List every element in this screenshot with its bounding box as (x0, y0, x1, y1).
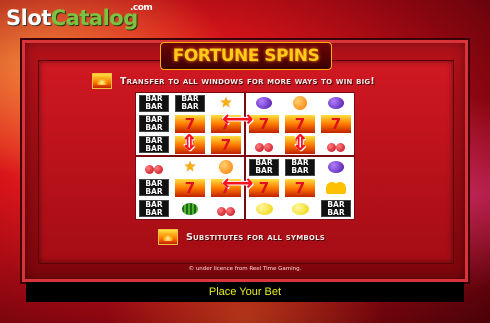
left-right-arrow: ⟷ (222, 171, 254, 196)
lemon-symbol-icon (291, 202, 309, 215)
reel-cell: BAR BAR (282, 157, 318, 178)
reel-cell: BAR BAR (136, 114, 172, 135)
cherry-symbol-icon (145, 160, 163, 175)
reel-cell: 7 (172, 178, 208, 199)
bar-symbol: BAR BAR (139, 115, 169, 133)
bar-symbol: BAR BAR (285, 158, 315, 176)
fortune-seven-wild-icon (92, 73, 112, 89)
bell-symbol-icon (326, 181, 338, 194)
reel-cell (318, 178, 354, 199)
bar-symbol: BAR BAR (139, 136, 169, 154)
substitutes-text: Substitutes for all symbols (186, 231, 325, 243)
game-title: FORTUNE SPINS (160, 42, 332, 70)
bar-symbol: BAR BAR (175, 94, 205, 112)
reel-cell: 7 (282, 178, 318, 199)
transfer-info: Transfer to all windows for more ways to… (92, 72, 375, 90)
seven-symbol-icon: 7 (285, 178, 315, 197)
seven-symbol-icon: 7 (321, 114, 351, 133)
cherry-symbol-icon (255, 138, 273, 152)
seven-symbol-icon: 7 (211, 135, 241, 154)
reel-cell: BAR BAR (172, 93, 208, 114)
reel-cell: BAR BAR (136, 198, 172, 219)
reel-cell (282, 198, 318, 219)
reel-cell (318, 93, 354, 114)
reel-window-4: BAR BAR BAR BAR 7 7 BAR BAR (246, 157, 354, 219)
plum-symbol-icon (256, 97, 272, 110)
transfer-text: Transfer to all windows for more ways to… (120, 75, 375, 87)
reel-cell (318, 157, 354, 178)
licence-notice: © under licence from Reel Time Gaming. (188, 266, 302, 272)
reel-cell: 7 (208, 134, 244, 155)
reel-cell (282, 93, 318, 114)
slotcatalog-watermark: SlotCatalog .com (6, 3, 153, 30)
reel-cell: BAR BAR (136, 134, 172, 155)
reel-cell (246, 198, 282, 219)
lemon-symbol-icon (255, 202, 273, 215)
seven-symbol-icon: 7 (175, 178, 205, 197)
bar-symbol: BAR BAR (139, 200, 169, 218)
melon-symbol-icon (182, 202, 198, 215)
cherry-symbol-icon (327, 138, 345, 152)
fortune-seven-wild-icon (158, 229, 178, 245)
bar-symbol: BAR BAR (321, 200, 351, 218)
reel-cell (172, 198, 208, 219)
reel-cell (208, 198, 244, 219)
reel-cell: 7 (318, 114, 354, 135)
reel-cell (246, 134, 282, 155)
reel-cell: BAR BAR (136, 178, 172, 199)
reel-windows-grid: BAR BAR BAR BAR ★ BAR BAR 7 7 BAR BAR 7 7 7 7 7 7 ★ BAR BAR… (136, 93, 354, 219)
left-right-arrow: ⟷ (222, 107, 254, 132)
up-down-arrow: ⇕ (291, 131, 310, 156)
plum-symbol-icon (328, 161, 344, 174)
place-bet-button[interactable]: Place Your Bet (209, 286, 281, 298)
reel-cell: BAR BAR (136, 93, 172, 114)
bar-symbol: BAR BAR (139, 94, 169, 112)
reel-cell (136, 157, 172, 178)
reel-cell: BAR BAR (318, 198, 354, 219)
orange-symbol-icon (293, 96, 307, 111)
reel-cell: ★ (172, 157, 208, 178)
bottom-bar[interactable]: Place Your Bet (26, 282, 464, 302)
bar-symbol: BAR BAR (139, 179, 169, 197)
star-symbol-icon: ★ (183, 159, 197, 176)
plum-symbol-icon (328, 97, 344, 110)
reel-cell (318, 134, 354, 155)
substitutes-info: Substitutes for all symbols (158, 228, 325, 246)
cherry-symbol-icon (217, 202, 235, 216)
up-down-arrow: ⇕ (180, 131, 199, 156)
